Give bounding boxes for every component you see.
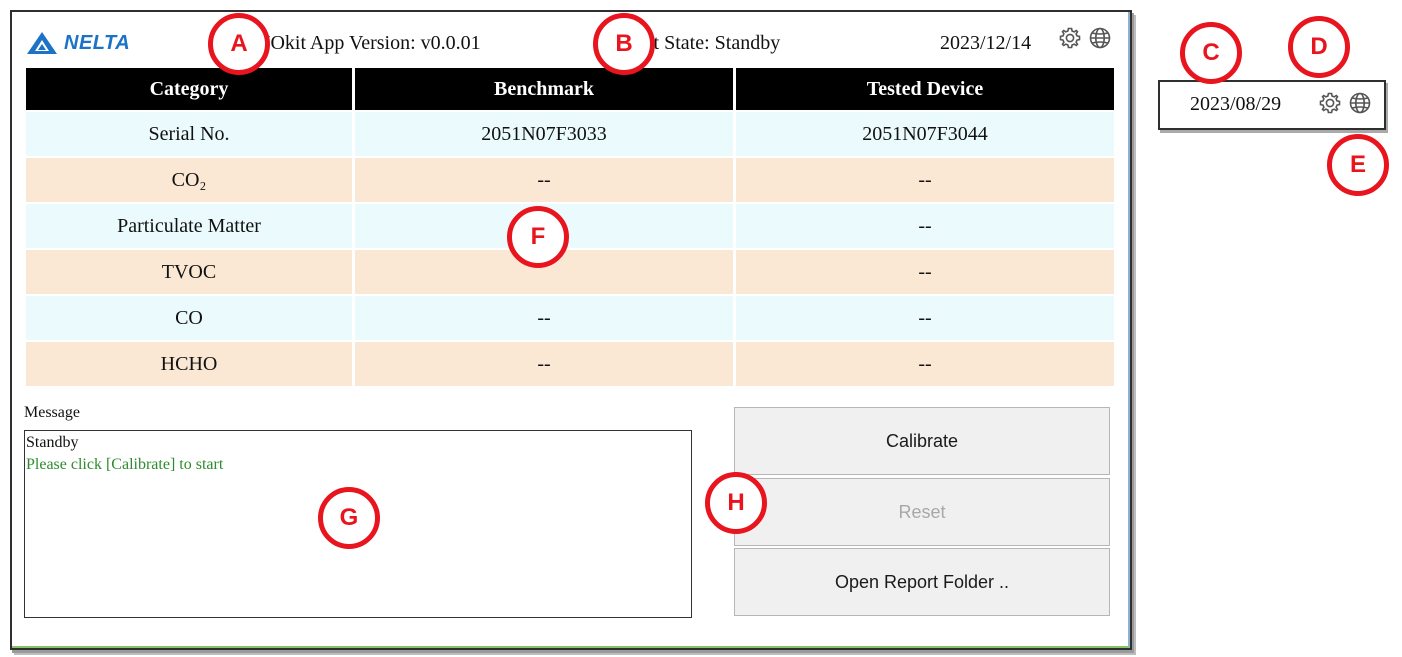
table-cell: -- bbox=[352, 340, 733, 386]
delta-triangle-icon bbox=[27, 32, 57, 54]
reset-button[interactable]: Reset bbox=[734, 478, 1110, 546]
table-cell: -- bbox=[733, 294, 1114, 340]
column-header: Benchmark bbox=[352, 68, 733, 110]
callout-h: H bbox=[705, 472, 767, 534]
table-cell: -- bbox=[733, 202, 1114, 248]
table-cell: 2051N07F3033 bbox=[352, 110, 733, 156]
table-row: HCHO -- -- bbox=[26, 340, 1114, 386]
table-row: CO -- -- bbox=[26, 294, 1114, 340]
column-header: Tested Device bbox=[733, 68, 1114, 110]
message-label: Message bbox=[24, 404, 80, 421]
table-row: CO₂ -- -- bbox=[26, 156, 1114, 202]
callout-c: C bbox=[1180, 22, 1242, 84]
open-report-folder-button[interactable]: Open Report Folder .. bbox=[734, 548, 1110, 616]
table-cell: -- bbox=[352, 294, 733, 340]
table-row: Particulate Matter -- bbox=[26, 202, 1114, 248]
table-row: TVOC -- bbox=[26, 248, 1114, 294]
globe-icon[interactable] bbox=[1348, 91, 1372, 115]
globe-icon[interactable] bbox=[1088, 26, 1112, 50]
inset-date: 2023/08/29 bbox=[1190, 93, 1282, 115]
app-window: NELTA NOkit App Version: v0.0.01 it Stat… bbox=[10, 10, 1132, 650]
callout-b: B bbox=[593, 13, 655, 75]
message-line-hint: Please click [Calibrate] to start bbox=[26, 456, 224, 473]
table-cell: -- bbox=[733, 156, 1114, 202]
delta-logo: NELTA bbox=[26, 30, 156, 56]
table-cell: TVOC bbox=[26, 248, 352, 294]
logo-text: NELTA bbox=[64, 31, 131, 54]
app-state: it State: Standby bbox=[648, 32, 781, 54]
header-date: 2023/12/14 bbox=[940, 32, 1032, 54]
callout-g: G bbox=[318, 487, 380, 549]
table-cell: CO bbox=[26, 294, 352, 340]
callout-a: A bbox=[208, 13, 270, 75]
table-cell: -- bbox=[352, 156, 733, 202]
table-cell: Serial No. bbox=[26, 110, 352, 156]
table-row: Serial No. 2051N07F3033 2051N07F3044 bbox=[26, 110, 1114, 156]
measurement-table: Category Benchmark Tested Device Serial … bbox=[26, 68, 1114, 386]
zoom-inset-panel: 2023/08/29 bbox=[1158, 80, 1386, 130]
message-line-status: Standby bbox=[26, 434, 79, 451]
header-bar: NELTA NOkit App Version: v0.0.01 it Stat… bbox=[12, 12, 1130, 70]
callout-d: D bbox=[1288, 16, 1350, 78]
table-cell: HCHO bbox=[26, 340, 352, 386]
table-header-row: Category Benchmark Tested Device bbox=[26, 68, 1114, 110]
table-cell: CO₂ bbox=[26, 156, 352, 202]
table-cell: -- bbox=[733, 340, 1114, 386]
app-version: NOkit App Version: v0.0.01 bbox=[256, 32, 481, 54]
calibrate-button[interactable]: Calibrate bbox=[734, 407, 1110, 475]
table-cell: -- bbox=[733, 248, 1114, 294]
column-header: Category bbox=[26, 68, 352, 110]
gear-icon[interactable] bbox=[1058, 26, 1082, 50]
table-cell: 2051N07F3044 bbox=[733, 110, 1114, 156]
callout-e: E bbox=[1327, 134, 1389, 196]
callout-f: F bbox=[507, 206, 569, 268]
table-cell: Particulate Matter bbox=[26, 202, 352, 248]
gear-icon[interactable] bbox=[1318, 91, 1342, 115]
